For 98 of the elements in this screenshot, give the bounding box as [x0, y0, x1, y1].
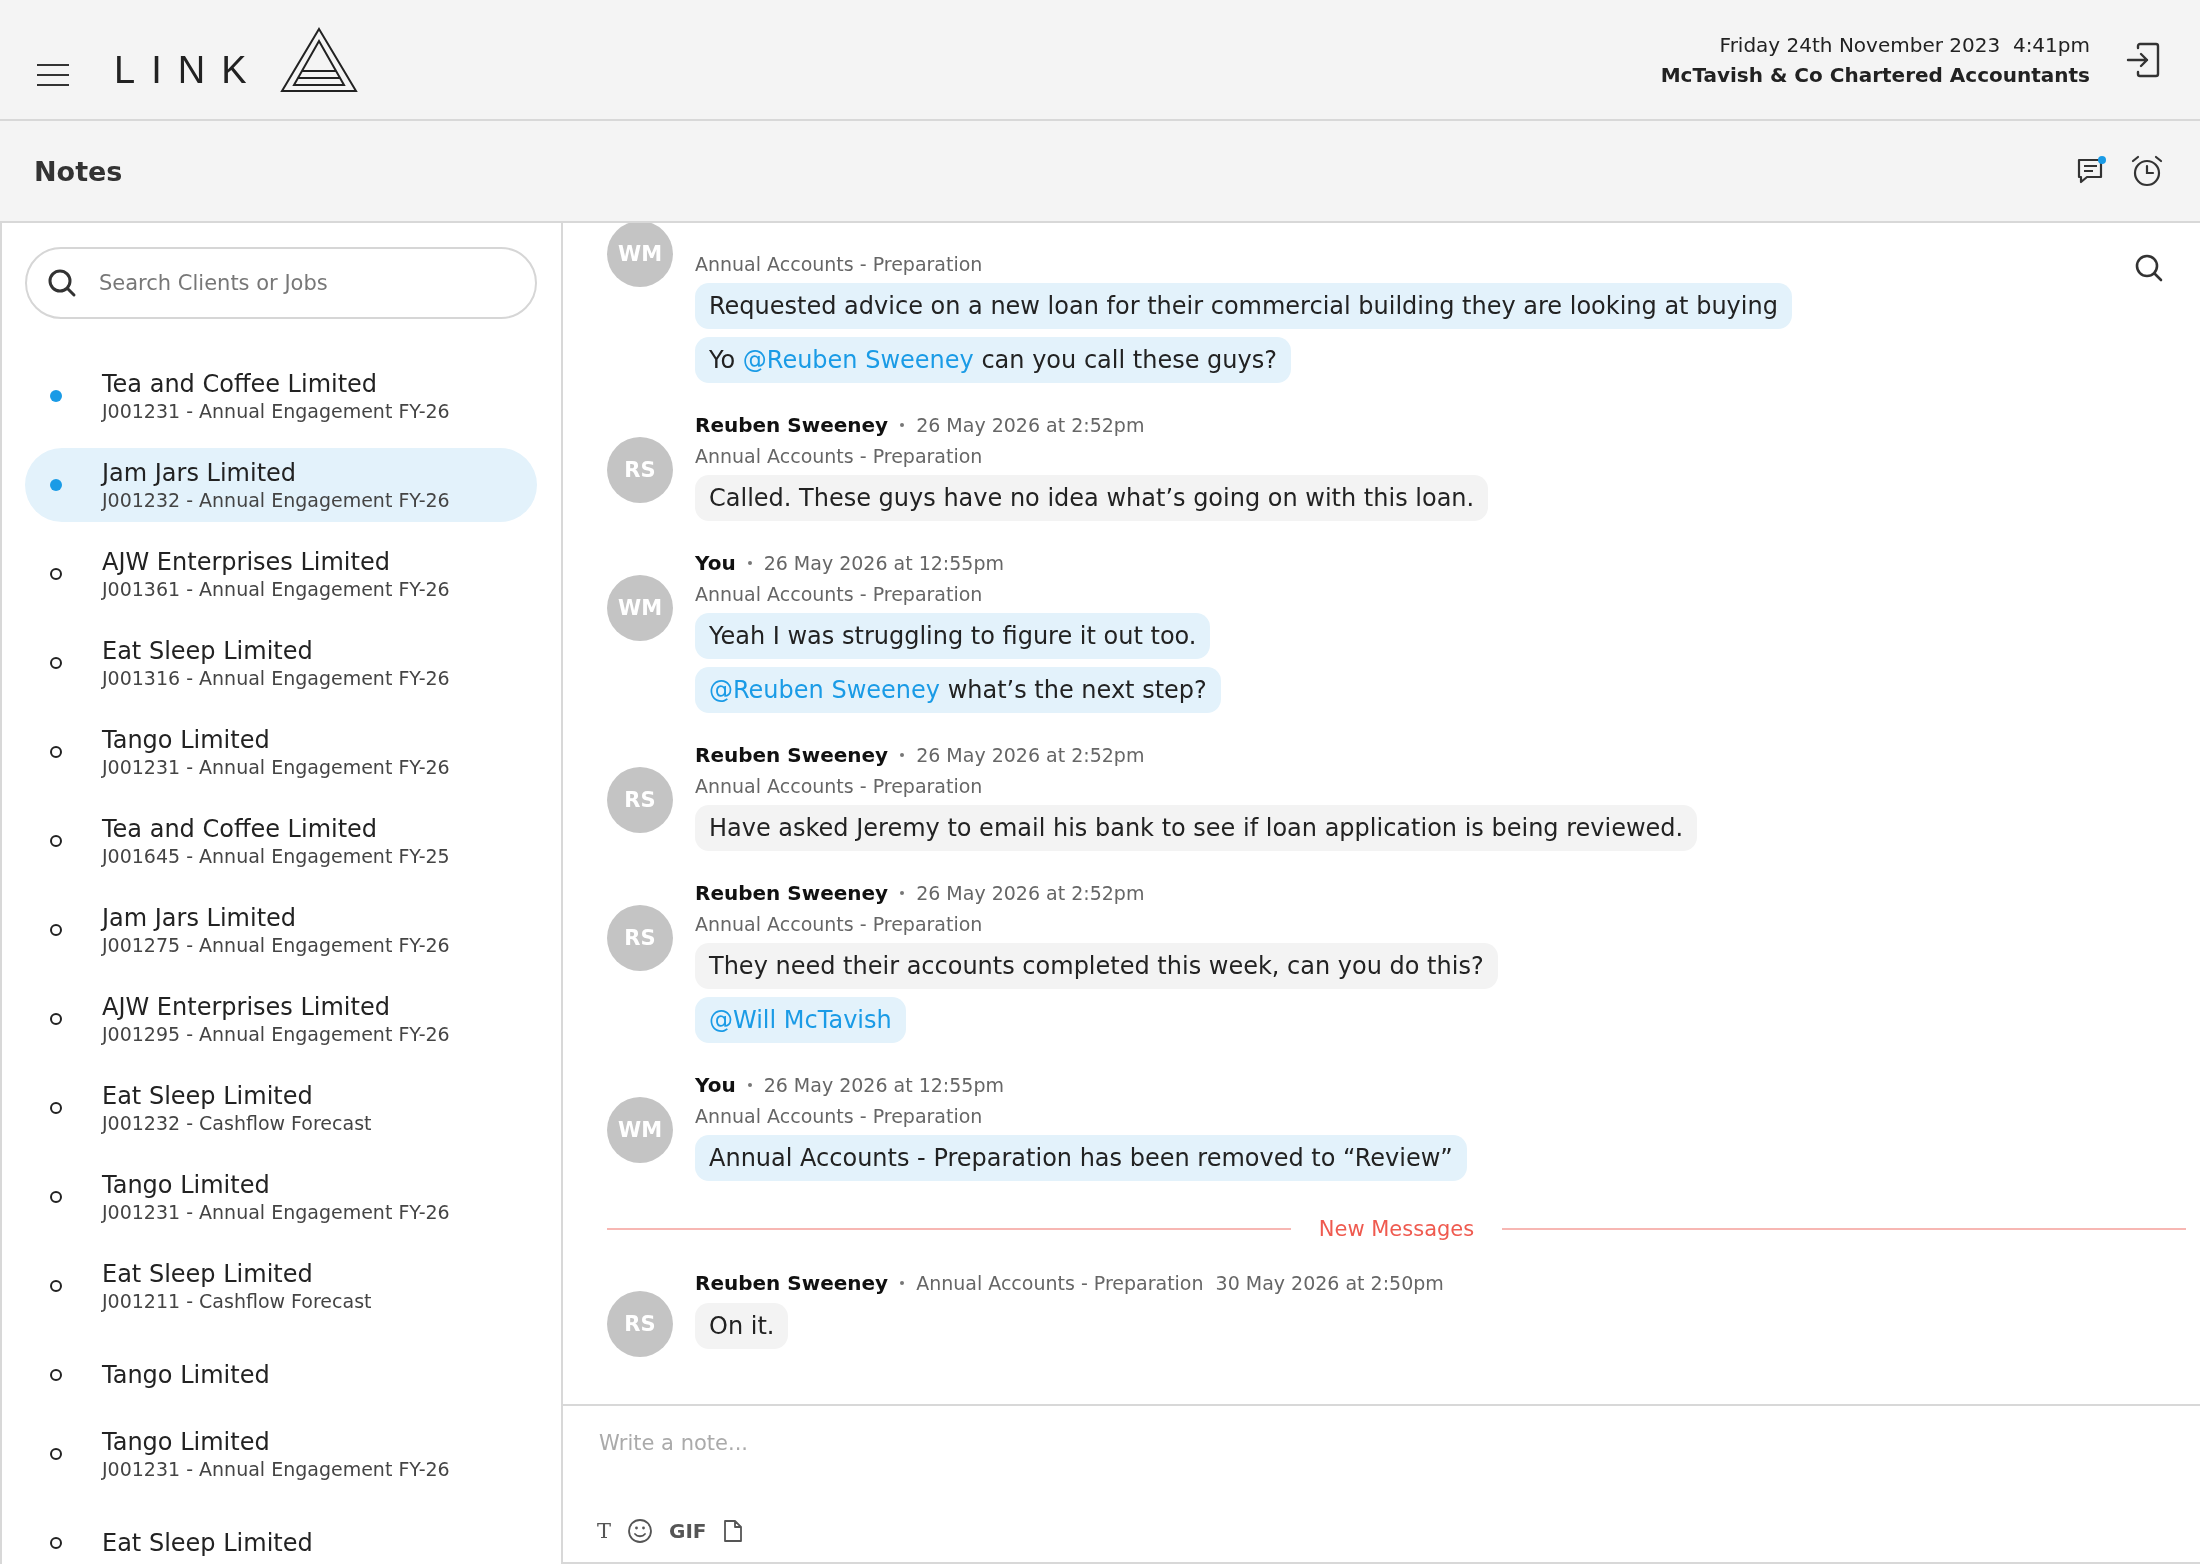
client-name: Tango Limited [102, 1361, 270, 1389]
message-bubble: Yeah I was struggling to figure it out too. [695, 613, 1211, 659]
bullet-icon [900, 1281, 905, 1285]
logout-icon[interactable] [2126, 41, 2160, 78]
job-name: J001231 - Annual Engagement FY-26 [102, 756, 450, 778]
client-name: Tango Limited [102, 726, 271, 754]
author-name: Reuben Sweeney [695, 413, 889, 437]
client-name: AJW Enterprises Limited [102, 548, 391, 576]
job-name: J001232 - Cashflow Forecast [102, 1112, 372, 1134]
client-name: Tea and Coffee Limited [102, 370, 379, 398]
client-item[interactable]: Eat Sleep Limited [25, 1506, 537, 1564]
client-name: AJW Enterprises Limited [102, 993, 391, 1021]
bullet-icon [900, 891, 905, 895]
triangle-logo-icon [280, 26, 359, 93]
search-icon [47, 268, 77, 298]
client-name: Jam Jars Limited [102, 459, 298, 487]
file-icon[interactable] [722, 1519, 743, 1543]
client-item[interactable]: Tea and Coffee Limited J001645 - Annual Engagement FY-25 [25, 804, 537, 878]
client-item[interactable]: Tango Limited [25, 1338, 537, 1412]
avatar: RS [607, 437, 673, 503]
message-bubble: Yo @Reuben Sweeney can you call these guys? [695, 337, 1291, 383]
client-name: Tea and Coffee Limited [102, 815, 379, 843]
alarm-clock-icon[interactable] [2130, 154, 2164, 188]
message-bubble: Have asked Jeremy to email his bank to see if loan application is being reviewed. [695, 805, 1698, 851]
author-name: You [695, 551, 736, 575]
client-item[interactable]: Tango Limited J001231 - Annual Engagement FY-26 [25, 1417, 537, 1491]
author-name: You [695, 1073, 736, 1097]
timestamp: 30 May 2026 at 2:50pm [1215, 1272, 1444, 1294]
job-label: Annual Accounts - Preparation [695, 913, 983, 935]
search-icon[interactable] [2134, 253, 2164, 283]
emoji-icon[interactable] [627, 1518, 653, 1544]
message-bubble: @Reuben Sweeney what’s the next step? [695, 667, 1221, 713]
menu-icon[interactable] [36, 62, 70, 87]
firm-name: McTavish & Co Chartered Accountants [1660, 62, 2090, 87]
avatar: WM [607, 575, 673, 641]
job-name: J001295 - Annual Engagement FY-26 [102, 1023, 450, 1045]
job-label: Annual Accounts - Preparation [695, 253, 983, 275]
job-label: Annual Accounts - Preparation [695, 445, 983, 467]
author-name: Reuben Sweeney [695, 881, 889, 905]
job-name: J001211 - Cashflow Forecast [102, 1290, 372, 1312]
job-name: J001275 - Annual Engagement FY-26 [102, 934, 450, 956]
text-format-button[interactable]: T [597, 1519, 611, 1543]
client-name: Tango Limited [102, 1171, 271, 1199]
message-bubble: On it. [695, 1303, 789, 1349]
job-name: J001231 - Annual Engagement FY-26 [102, 1458, 450, 1480]
client-item[interactable]: Jam Jars Limited J001232 - Annual Engagement FY-26 [25, 448, 537, 522]
bullet-icon [747, 1083, 752, 1087]
new-messages-label: New Messages [1318, 1217, 1475, 1241]
message-bubble: Requested advice on a new loan for their commercial building they are looking at buying [695, 283, 1792, 329]
message-bubble: Annual Accounts - Preparation has been removed to “Review” [695, 1135, 1467, 1181]
client-item[interactable]: Eat Sleep Limited J001316 - Annual Engagement FY-26 [25, 626, 537, 700]
author-name: Reuben Sweeney [695, 1271, 889, 1295]
timestamp: 26 May 2026 at 2:52pm [916, 414, 1145, 436]
client-item[interactable]: Eat Sleep Limited J001211 - Cashflow Forecast [25, 1249, 537, 1323]
timestamp: 26 May 2026 at 12:55pm [763, 1074, 1004, 1096]
job-label: Annual Accounts - Preparation [916, 1272, 1204, 1294]
job-label: Annual Accounts - Preparation [695, 1105, 983, 1127]
client-name: Eat Sleep Limited [102, 1260, 314, 1288]
bullet-icon [900, 423, 905, 427]
gif-button[interactable]: GIF [669, 1519, 707, 1543]
bullet-icon [747, 561, 752, 565]
client-item[interactable]: Tango Limited J001231 - Annual Engagement FY-26 [25, 1160, 537, 1234]
client-name: Jam Jars Limited [102, 904, 298, 932]
logo-text: LINK [114, 50, 263, 89]
job-name: J001316 - Annual Engagement FY-26 [102, 667, 450, 689]
avatar: RS [607, 905, 673, 971]
avatar: RS [607, 1291, 673, 1357]
search-field[interactable]: Search Clients or Jobs [25, 247, 537, 319]
timestamp: 26 May 2026 at 2:52pm [916, 744, 1145, 766]
client-name: Eat Sleep Limited [102, 1529, 313, 1557]
client-name: Eat Sleep Limited [102, 1082, 314, 1110]
client-item[interactable]: AJW Enterprises Limited J001361 - Annual Engagement FY-26 [25, 537, 537, 611]
job-name: J001232 - Annual Engagement FY-26 [102, 489, 450, 511]
message-bubble: They need their accounts completed this week, can you do this? [695, 943, 1498, 989]
job-name: J001645 - Annual Engagement FY-25 [102, 845, 450, 867]
note-field[interactable]: Write a note... [597, 1430, 1001, 1456]
avatar: WM [607, 1097, 673, 1163]
avatar: WM [607, 223, 673, 287]
timestamp: 26 May 2026 at 2:52pm [916, 882, 1145, 904]
client-item[interactable]: Eat Sleep Limited J001232 - Cashflow Forecast [25, 1071, 537, 1145]
client-name: Tango Limited [102, 1428, 271, 1456]
date-time: Friday 24th November 2023 4:41pm [1719, 32, 2090, 57]
avatar: RS [607, 767, 673, 833]
bullet-icon [900, 753, 905, 757]
client-item[interactable]: AJW Enterprises Limited J001295 - Annual Engagement FY-26 [25, 982, 537, 1056]
client-item[interactable]: Tango Limited J001231 - Annual Engagement FY-26 [25, 715, 537, 789]
page-title: Notes [34, 155, 123, 187]
job-label: Annual Accounts - Preparation [695, 583, 983, 605]
client-item[interactable]: Tea and Coffee Limited J001231 - Annual Engagement FY-26 [25, 359, 537, 433]
job-name: J001231 - Annual Engagement FY-26 [102, 400, 450, 422]
author-name: Reuben Sweeney [695, 743, 889, 767]
job-label: Annual Accounts - Preparation [695, 775, 983, 797]
job-name: J001361 - Annual Engagement FY-26 [102, 578, 450, 600]
job-name: J001231 - Annual Engagement FY-26 [102, 1201, 450, 1223]
timestamp: 26 May 2026 at 12:55pm [763, 552, 1004, 574]
message-bubble: Called. These guys have no idea what’s going on with this loan. [695, 475, 1489, 521]
client-item[interactable]: Jam Jars Limited J001275 - Annual Engagement FY-26 [25, 893, 537, 967]
client-name: Eat Sleep Limited [102, 637, 314, 665]
